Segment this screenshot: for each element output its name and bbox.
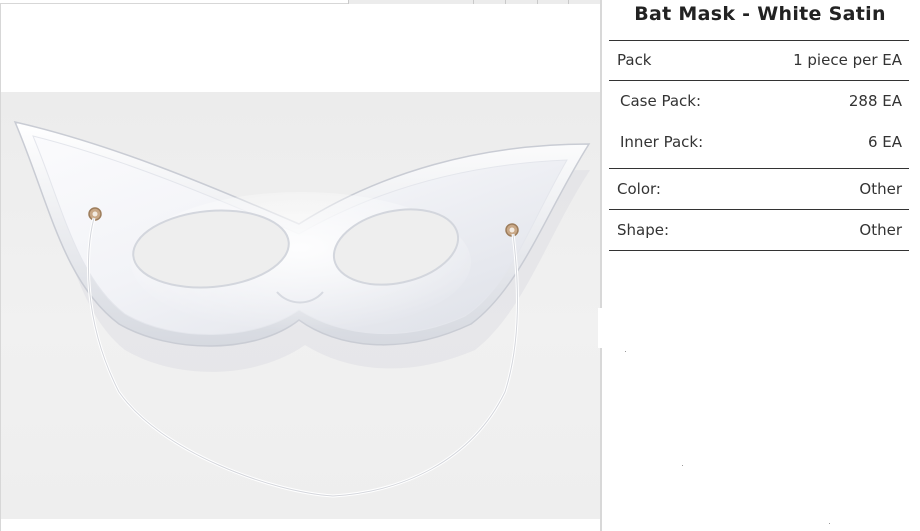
spec-label: Pack: [617, 51, 652, 69]
spec-value: Other: [859, 180, 902, 198]
spec-row-inner-pack: Inner Pack: 6 EA: [609, 133, 909, 155]
spec-value: Other: [859, 221, 902, 239]
spec-label: Color:: [617, 180, 661, 198]
spec-label: Shape:: [617, 221, 670, 239]
spec-label: Inner Pack:: [620, 133, 704, 151]
spec-row-shape: Shape: Other: [609, 221, 909, 243]
image-edge-artifact: [598, 308, 604, 348]
spec-value: 6 EA: [867, 133, 902, 151]
spec-label: Case Pack:: [620, 92, 702, 110]
product-title: Bat Mask - White Satin: [634, 3, 886, 25]
image-right-border: [600, 0, 602, 531]
spec-row-pack: Pack 1 piece per EA: [609, 51, 909, 73]
spec-divider: [609, 80, 909, 81]
spec-divider: [609, 250, 909, 251]
stray-pixel: [829, 523, 830, 524]
bat-mask-illustration: [13, 120, 591, 498]
spec-row-case-pack: Case Pack: 288 EA: [609, 92, 909, 114]
product-photo[interactable]: [1, 92, 600, 519]
spec-value: 288 EA: [848, 92, 902, 110]
image-top-strip: [348, 0, 600, 4]
product-info-panel: Bat Mask - White Satin Pack 1 piece per …: [609, 0, 911, 260]
product-image-panel: [0, 0, 603, 531]
spec-divider: [609, 168, 909, 169]
stray-pixel: [682, 465, 683, 466]
spec-value: 1 piece per EA: [793, 51, 902, 69]
stray-pixel: [625, 351, 626, 352]
product-page: Bat Mask - White Satin Pack 1 piece per …: [0, 0, 920, 531]
spec-divider: [609, 209, 909, 210]
spec-divider: [609, 40, 909, 41]
spec-row-color: Color: Other: [609, 180, 909, 202]
